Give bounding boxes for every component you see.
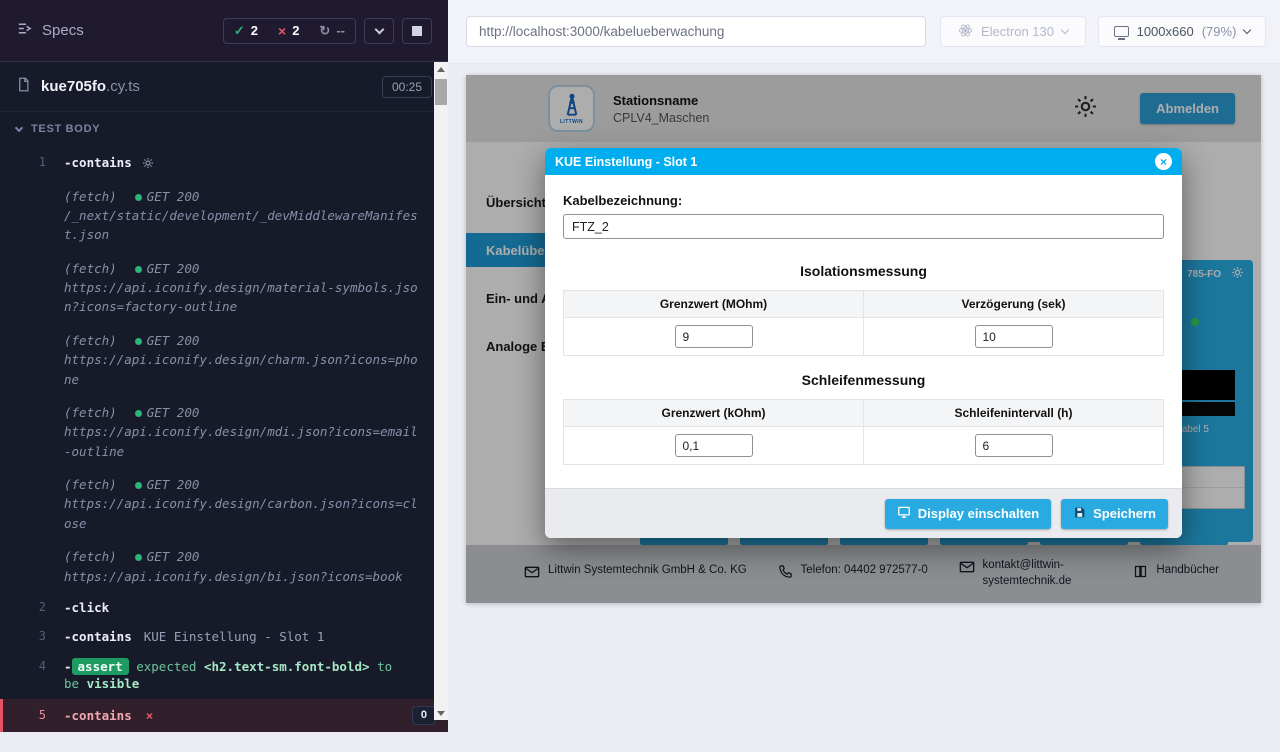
schleifenmessung-table: Grenzwert (kOhm) Schleifenintervall (h) bbox=[563, 399, 1164, 465]
spec-file-icon bbox=[16, 77, 31, 97]
stop-tests-button[interactable] bbox=[402, 18, 432, 44]
aut-toolbar: Electron 130 1000x660 (79%) bbox=[448, 0, 1280, 64]
browser-select[interactable]: Electron 130 bbox=[940, 16, 1086, 47]
spec-file-row[interactable]: kue705fo.cy.ts 00:25 bbox=[0, 62, 448, 112]
fetch-log-entry[interactable]: (fetch)GET 200 https://api.iconify.desig… bbox=[0, 324, 448, 396]
modal-footer: Display einschalten Speichern bbox=[545, 488, 1182, 538]
status-dot bbox=[135, 338, 142, 345]
stop-icon bbox=[412, 26, 422, 36]
spec-name: kue705fo bbox=[41, 78, 106, 95]
save-floppy-icon bbox=[1073, 506, 1086, 522]
step-assert[interactable]: 4-assert expected <h2.text-sm.font-bold>… bbox=[0, 652, 448, 699]
electron-icon bbox=[958, 23, 973, 41]
cypress-reporter: Specs ✓2 ×2 ↻-- kue705fo.cy.ts 00:25 TES… bbox=[0, 0, 448, 720]
fetch-log-entry[interactable]: (fetch)GET 200 https://api.iconify.desig… bbox=[0, 540, 448, 593]
isolationsmessung-heading: Isolationsmessung bbox=[563, 263, 1164, 279]
command-log: 1-contains (fetch)GET 200 /_next/static/… bbox=[0, 146, 448, 752]
reporter-header: Specs ✓2 ×2 ↻-- bbox=[0, 0, 448, 62]
x-icon: × bbox=[278, 23, 286, 39]
step-contains-2[interactable]: 3-containsKUE Einstellung - Slot 1 bbox=[0, 622, 448, 652]
status-dot bbox=[135, 482, 142, 489]
kabelbezeichnung-label: Kabelbezeichnung: bbox=[563, 193, 1164, 208]
close-icon[interactable]: × bbox=[1155, 153, 1172, 170]
aut-frame: LITTWIN Stationsname CPLV4_Maschen Abmel… bbox=[466, 75, 1261, 603]
kue-settings-modal: KUE Einstellung - Slot 1 × Kabelbezeichn… bbox=[545, 148, 1182, 538]
grenzwert-kohm-input[interactable] bbox=[675, 434, 753, 457]
chevron-down-icon bbox=[15, 124, 23, 132]
aut-backdrop: LITTWIN Stationsname CPLV4_Maschen Abmel… bbox=[448, 64, 1280, 720]
check-icon: ✓ bbox=[234, 23, 245, 39]
step-contains-failed[interactable]: 5-contains× 0 bbox=[0, 699, 448, 733]
fail-x-icon: × bbox=[146, 708, 154, 723]
stat-failed: ×2 bbox=[268, 19, 309, 43]
chevron-down-icon bbox=[374, 24, 384, 34]
scroll-down-arrow[interactable] bbox=[434, 706, 448, 720]
scrollbar-thumb[interactable] bbox=[435, 79, 447, 105]
display-einschalten-button[interactable]: Display einschalten bbox=[885, 499, 1051, 529]
modal-header: KUE Einstellung - Slot 1 × bbox=[545, 148, 1182, 175]
fetch-log-entry[interactable]: (fetch)GET 200 /_next/static/development… bbox=[0, 180, 448, 252]
column-header: Grenzwert (kOhm) bbox=[564, 400, 864, 427]
status-dot bbox=[135, 554, 142, 561]
table-cell bbox=[564, 427, 864, 465]
specs-toggle[interactable]: Specs bbox=[16, 20, 84, 41]
suite-test-body[interactable]: TEST BODY bbox=[0, 112, 448, 146]
grenzwert-mohm-input[interactable] bbox=[675, 325, 753, 348]
assert-badge: assert bbox=[72, 658, 129, 675]
fetch-log-entry[interactable]: (fetch)GET 200 https://api.iconify.desig… bbox=[0, 396, 448, 468]
reporter-scrollbar[interactable] bbox=[434, 62, 448, 720]
spec-ext: .cy.ts bbox=[106, 78, 140, 95]
status-dot bbox=[135, 194, 142, 201]
fetch-log-entry[interactable]: (fetch)GET 200 https://api.iconify.desig… bbox=[0, 252, 448, 324]
table-cell bbox=[864, 427, 1164, 465]
speichern-button[interactable]: Speichern bbox=[1061, 499, 1168, 529]
specs-list-icon bbox=[16, 20, 33, 41]
column-header: Verzögerung (sek) bbox=[864, 291, 1164, 318]
viewport-icon bbox=[1114, 26, 1129, 37]
elements-count-badge: 0 bbox=[412, 706, 436, 725]
specs-label: Specs bbox=[42, 22, 84, 39]
step-click[interactable]: 2-click bbox=[0, 593, 448, 623]
gear-icon bbox=[142, 156, 154, 174]
fetch-log-entry[interactable]: (fetch)GET 200 https://api.iconify.desig… bbox=[0, 468, 448, 540]
column-header: Schleifenintervall (h) bbox=[864, 400, 1164, 427]
collapse-all-button[interactable] bbox=[364, 18, 394, 44]
modal-title: KUE Einstellung - Slot 1 bbox=[555, 155, 697, 169]
chevron-down-icon bbox=[1061, 26, 1069, 34]
schleifenmessung-heading: Schleifenmessung bbox=[563, 372, 1164, 388]
isolationsmessung-table: Grenzwert (MOhm) Verzögerung (sek) bbox=[563, 290, 1164, 356]
table-cell bbox=[564, 318, 864, 356]
status-dot bbox=[135, 266, 142, 273]
table-cell bbox=[864, 318, 1164, 356]
test-stats: ✓2 ×2 ↻-- bbox=[223, 18, 356, 44]
scroll-up-arrow[interactable] bbox=[434, 62, 448, 76]
stat-pending: ↻-- bbox=[309, 19, 355, 43]
url-input[interactable] bbox=[466, 16, 926, 47]
display-icon bbox=[897, 505, 911, 522]
refresh-icon: ↻ bbox=[319, 23, 330, 39]
column-header: Grenzwert (MOhm) bbox=[564, 291, 864, 318]
status-dot bbox=[135, 410, 142, 417]
spec-duration: 00:25 bbox=[382, 76, 432, 98]
step-contains-1[interactable]: 1-contains bbox=[0, 148, 448, 180]
viewport-select[interactable]: 1000x660 (79%) bbox=[1098, 16, 1266, 47]
schleifenintervall-input[interactable] bbox=[975, 434, 1053, 457]
kabelbezeichnung-input[interactable] bbox=[563, 214, 1164, 239]
verzoegerung-sek-input[interactable] bbox=[975, 325, 1053, 348]
chevron-down-icon bbox=[1243, 26, 1251, 34]
stat-passed: ✓2 bbox=[224, 19, 268, 43]
